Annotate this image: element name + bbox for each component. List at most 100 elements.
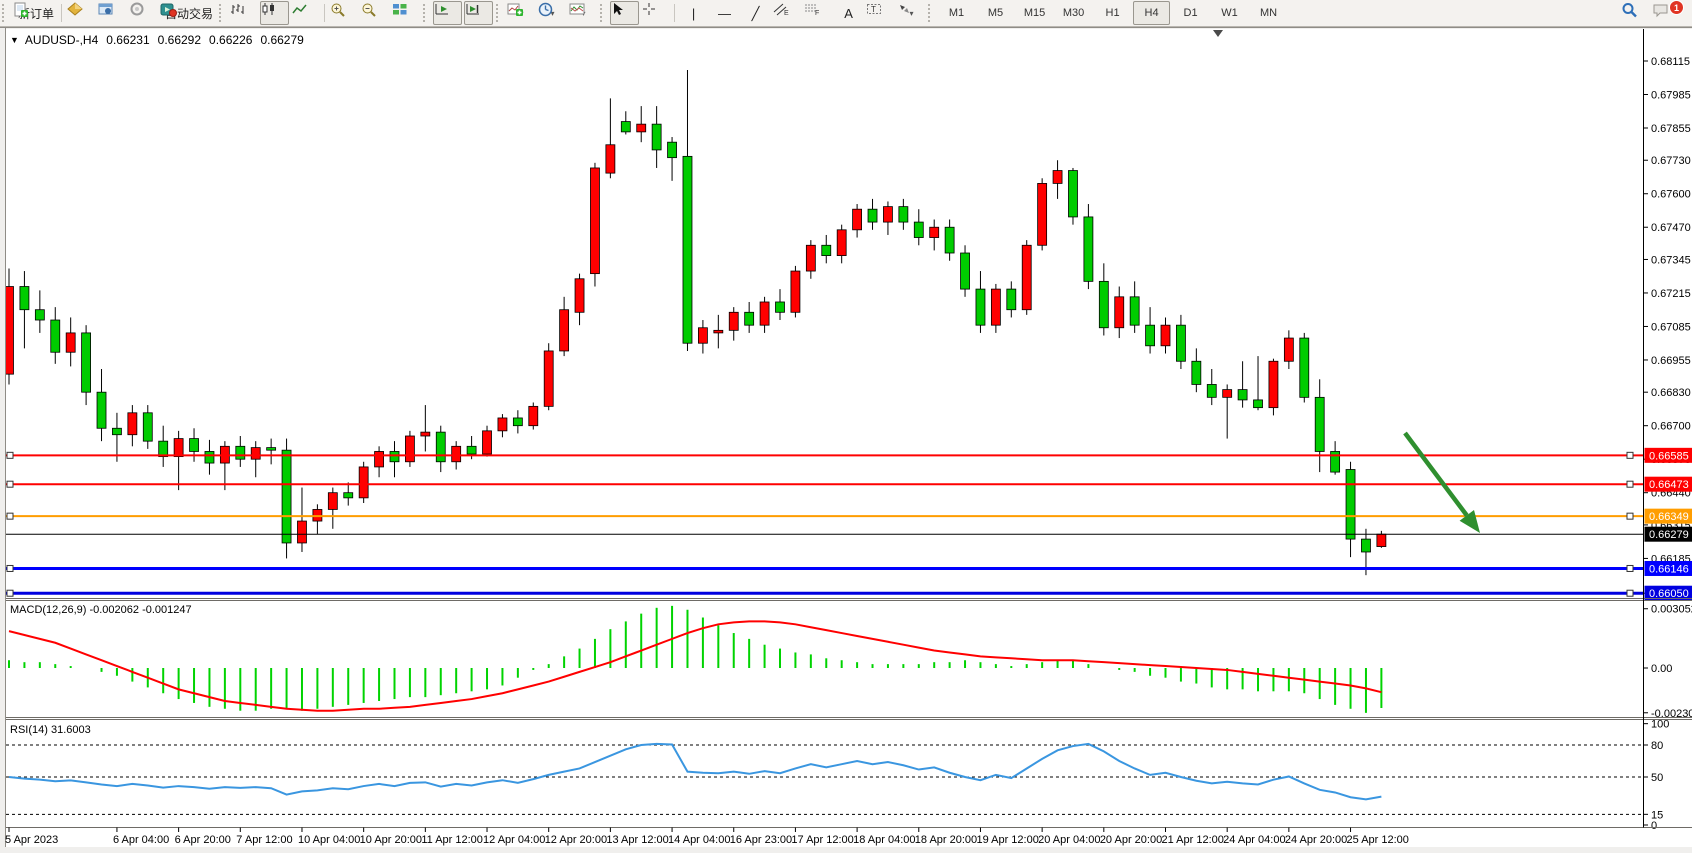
price-flag-0.66473: 0.66473 — [1645, 477, 1692, 492]
timeframe-m5[interactable]: M5 — [977, 1, 1014, 25]
vertical-line-button[interactable]: | — [679, 1, 708, 25]
svg-text:13 Apr 12:00: 13 Apr 12:00 — [606, 834, 668, 846]
toolbar-grip[interactable] — [928, 4, 935, 22]
svg-text:6 Apr 04:00: 6 Apr 04:00 — [113, 834, 169, 846]
timeframe-m15[interactable]: M15 — [1016, 1, 1053, 25]
line-chart-button[interactable] — [291, 1, 320, 25]
svg-text:0.003052: 0.003052 — [1651, 604, 1692, 616]
svg-text:20 Apr 04:00: 20 Apr 04:00 — [1038, 834, 1100, 846]
fibonacci-button[interactable]: F — [803, 1, 832, 25]
tile-windows-button[interactable] — [391, 1, 420, 25]
rsi-label: RSI(14) 31.6003 — [10, 724, 91, 736]
chart-shift-button[interactable] — [464, 1, 493, 25]
text-label-button[interactable]: T — [865, 1, 894, 25]
line-handle[interactable] — [1627, 565, 1633, 571]
svg-text:18 Apr 04:00: 18 Apr 04:00 — [853, 834, 915, 846]
arrows-button[interactable]: ▾ — [896, 1, 925, 25]
auto-scroll-button[interactable] — [433, 1, 462, 25]
svg-text:24 Apr 20:00: 24 Apr 20:00 — [1285, 834, 1347, 846]
timeframe-h1[interactable]: H1 — [1094, 1, 1131, 25]
toolbar-grip[interactable] — [496, 4, 503, 22]
price-flag-0.66585: 0.66585 — [1645, 448, 1692, 463]
scripts-button[interactable] — [128, 1, 157, 25]
equidistant-channel-icon: E — [773, 2, 789, 16]
text-label-icon: T — [866, 2, 882, 16]
indicators-button[interactable]: ▾ — [506, 1, 535, 25]
line-handle[interactable] — [1627, 590, 1633, 596]
svg-text:16 Apr 23:00: 16 Apr 23:00 — [730, 834, 792, 846]
line-handle[interactable] — [7, 452, 13, 458]
svg-text:20 Apr 20:00: 20 Apr 20:00 — [1100, 834, 1162, 846]
svg-text:0.67085: 0.67085 — [1651, 321, 1691, 333]
line-handle[interactable] — [1627, 452, 1633, 458]
periods-button[interactable]: ▾ — [537, 1, 566, 25]
svg-text:0.67985: 0.67985 — [1651, 90, 1691, 102]
svg-text:0.67855: 0.67855 — [1651, 123, 1691, 135]
timeframe-w1[interactable]: W1 — [1211, 1, 1248, 25]
svg-text:0.66146: 0.66146 — [1649, 563, 1689, 575]
svg-text:0.66473: 0.66473 — [1649, 479, 1689, 491]
svg-text:0.67345: 0.67345 — [1651, 254, 1691, 266]
svg-text:24 Apr 04:00: 24 Apr 04:00 — [1223, 834, 1285, 846]
cursor-button[interactable] — [610, 1, 639, 25]
search-button[interactable] — [1620, 1, 1649, 25]
svg-text:10 Apr 04:00: 10 Apr 04:00 — [298, 834, 360, 846]
zoom-out-button[interactable] — [360, 1, 389, 25]
zoom-in-button[interactable] — [329, 1, 358, 25]
timeframe-mn[interactable]: MN — [1250, 1, 1287, 25]
equidistant-channel-button[interactable]: E — [772, 1, 801, 25]
svg-text:0.67215: 0.67215 — [1651, 288, 1691, 300]
svg-text:7 Apr 12:00: 7 Apr 12:00 — [236, 834, 292, 846]
svg-text:50: 50 — [1651, 772, 1663, 784]
crosshair-button[interactable] — [641, 1, 670, 25]
svg-text:E: E — [784, 10, 789, 16]
chart-canvas[interactable]: 0.681150.679850.678550.677300.676000.674… — [0, 0, 1692, 853]
symbols-button[interactable] — [66, 1, 95, 25]
toolbar-grip[interactable] — [219, 4, 226, 22]
notifications-button[interactable]: 1 — [1651, 1, 1680, 25]
toolbar-grip[interactable] — [600, 4, 607, 22]
line-handle[interactable] — [1627, 481, 1633, 487]
svg-text:18 Apr 20:00: 18 Apr 20:00 — [915, 834, 977, 846]
collapse-icon[interactable]: ▼ — [10, 35, 19, 45]
scripts-icon — [129, 2, 145, 16]
fibonacci-icon: F — [804, 2, 820, 16]
svg-text:11 Apr 12:00: 11 Apr 12:00 — [421, 834, 483, 846]
zoom-in-icon — [330, 2, 346, 17]
horizontal-line-button[interactable]: — — [710, 1, 739, 25]
line-handle[interactable] — [7, 565, 13, 571]
cursor-icon — [611, 2, 625, 16]
toolbar: 新订单 自动交易 — [0, 0, 1692, 27]
symbols-icon — [67, 2, 83, 16]
timeframe-h4[interactable]: H4 — [1133, 1, 1170, 25]
svg-text:F: F — [815, 10, 819, 16]
line-handle[interactable] — [7, 513, 13, 519]
line-handle[interactable] — [7, 590, 13, 596]
bar-chart-button[interactable] — [229, 1, 258, 25]
candlestick-chart-button[interactable] — [260, 1, 289, 25]
timeframe-m30[interactable]: M30 — [1055, 1, 1092, 25]
line-handle[interactable] — [7, 481, 13, 487]
horizontal-line-icon: — — [718, 7, 731, 20]
ohlc-open: 0.66231 — [106, 33, 149, 47]
line-handle[interactable] — [1627, 513, 1633, 519]
toolbar-grip[interactable] — [2, 4, 9, 22]
svg-text:0.68115: 0.68115 — [1651, 56, 1690, 68]
new-order-button[interactable]: 新订单 — [12, 1, 57, 25]
auto-trading-button[interactable]: 自动交易 — [159, 1, 216, 25]
trendline-button[interactable]: ╱ — [741, 1, 770, 25]
trendline-icon: ╱ — [752, 7, 760, 20]
svg-text:21 Apr 12:00: 21 Apr 12:00 — [1162, 834, 1224, 846]
experts-button[interactable] — [97, 1, 126, 25]
text-button[interactable]: A — [834, 1, 863, 25]
svg-text:5 Apr 2023: 5 Apr 2023 — [5, 834, 58, 846]
tile-windows-icon — [392, 2, 408, 16]
chart-shift-icon — [465, 2, 481, 16]
toolbar-grip[interactable] — [423, 4, 430, 22]
templates-button[interactable]: ▾ — [568, 1, 597, 25]
svg-text:0.66349: 0.66349 — [1649, 511, 1689, 523]
timeframe-d1[interactable]: D1 — [1172, 1, 1209, 25]
timeframe-m1[interactable]: M1 — [938, 1, 975, 25]
macd-label: MACD(12,26,9) -0.002062 -0.001247 — [10, 604, 192, 616]
experts-icon — [98, 2, 114, 16]
